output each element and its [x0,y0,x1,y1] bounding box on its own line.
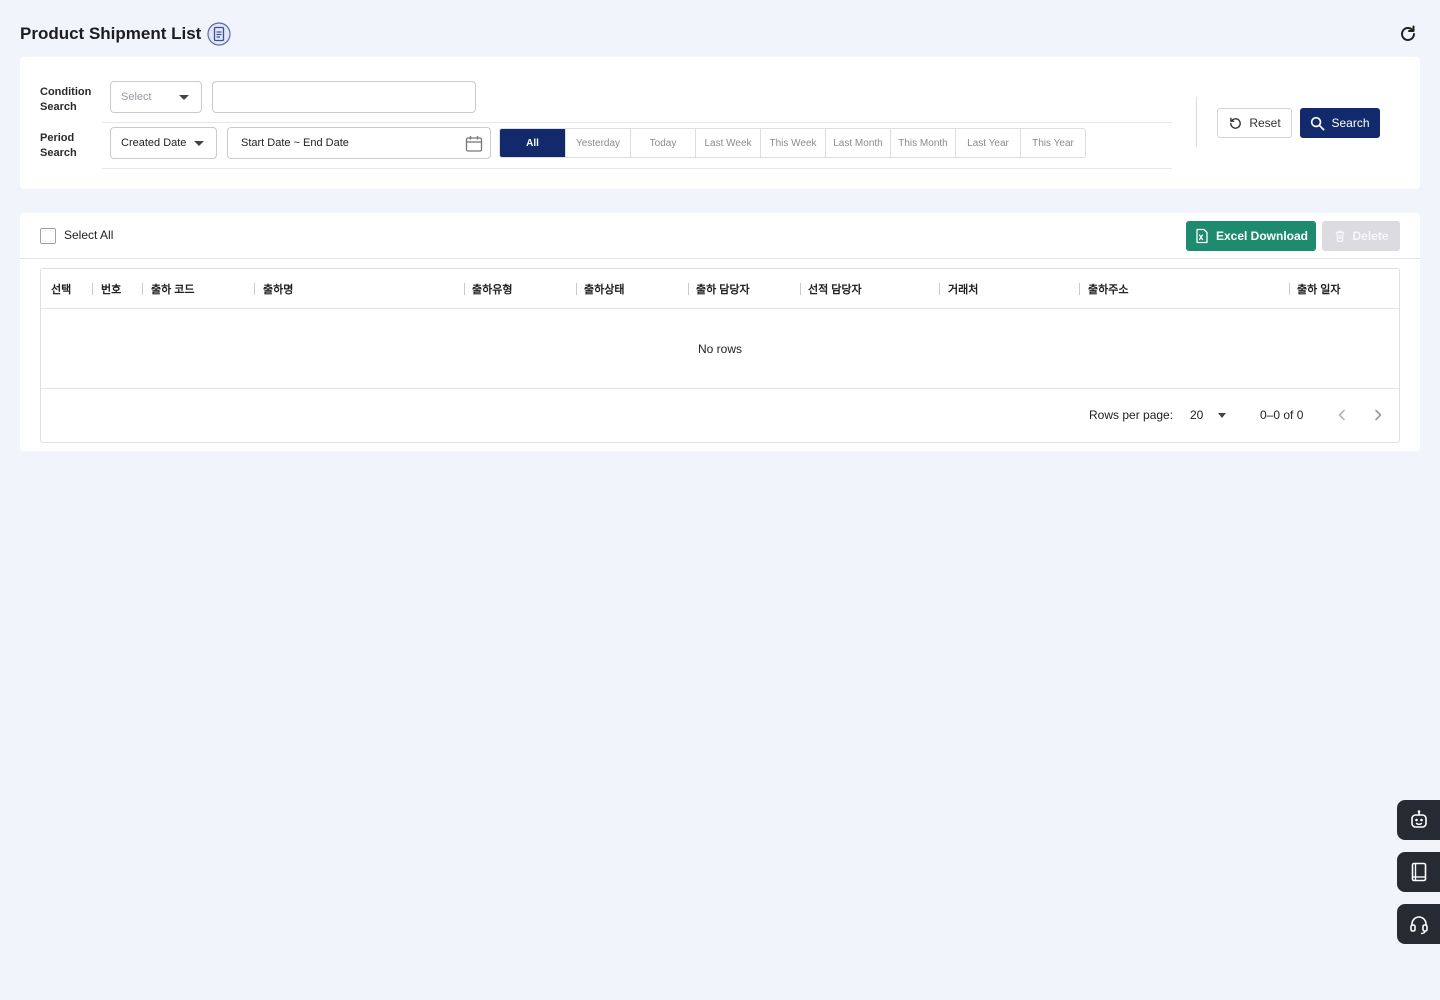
chatbot-icon[interactable] [1397,800,1440,840]
period-last-year-button[interactable]: Last Year [955,129,1020,157]
column-separator[interactable] [92,283,93,295]
grid-header: 선택 번호 출하 코드 출하명 출하유형 출하상태 출하 담당자 선적 담당자 … [41,269,1399,309]
period-today-button[interactable]: Today [630,129,695,157]
period-this-year-button[interactable]: This Year [1020,129,1085,157]
page-header: Product Shipment List [20,18,1420,50]
column-separator[interactable] [254,283,255,295]
previous-page-icon[interactable] [1331,404,1353,426]
period-all-button[interactable]: All [500,129,565,157]
page-title: Product Shipment List [20,24,202,43]
delete-label: Delete [1352,229,1389,243]
column-separator[interactable] [1079,283,1080,295]
column-header-shipment-code[interactable]: 출하 코드 [151,269,195,308]
search-icon [1311,116,1325,130]
rows-per-page-select[interactable]: 20 [1190,408,1226,424]
column-separator[interactable] [576,283,577,295]
reset-button[interactable]: Reset [1217,108,1292,138]
rows-per-page-label: Rows per page: [1089,408,1174,422]
manual-book-icon[interactable] [1397,852,1440,892]
delete-button[interactable]: Delete [1322,221,1400,251]
column-header-loading-manager[interactable]: 선적 담당자 [808,269,862,308]
period-button-group: All Yesterday Today Last Week This Week … [499,128,1086,158]
column-header-shipment-manager[interactable]: 출하 담당자 [696,269,750,308]
document-icon[interactable] [207,22,231,46]
period-this-month-button[interactable]: This Month [890,129,955,157]
column-separator[interactable] [1289,283,1290,295]
column-separator[interactable] [800,283,801,295]
shipment-data-grid: 선택 번호 출하 코드 출하명 출하유형 출하상태 출하 담당자 선적 담당자 … [40,268,1400,443]
select-all-checkbox[interactable] [40,228,56,244]
period-type-value: Created Date [121,137,187,149]
excel-download-button[interactable]: Excel Download [1186,221,1316,251]
pagination-footer: Rows per page: 20 0–0 of 0 [41,390,1399,442]
column-header-shipment-type[interactable]: 출하유형 [472,269,512,308]
condition-search-input[interactable] [212,81,476,113]
period-last-week-button[interactable]: Last Week [695,129,760,157]
filter-panel: Condition Search Select Period Search Cr… [20,57,1420,189]
chevron-down-icon [194,141,204,146]
period-search-label: Period Search [40,132,77,159]
column-header-select[interactable]: 선택 [51,269,71,308]
column-header-number[interactable]: 번호 [101,269,121,308]
column-header-shipment-address[interactable]: 출하주소 [1088,269,1128,308]
reset-icon [1230,117,1242,129]
divider [102,122,1172,123]
shipment-list-panel: Select All Excel Download Delete 선택 번호 출… [20,213,1420,451]
excel-download-label: Excel Download [1215,229,1309,243]
column-header-shipment-status[interactable]: 출하상태 [584,269,624,308]
reset-label: Reset [1249,116,1281,130]
pagination-range: 0–0 of 0 [1260,408,1304,422]
search-label: Search [1331,116,1370,130]
vertical-divider [1196,97,1197,147]
select-all-label: Select All [64,228,114,242]
column-header-shipment-name[interactable]: 출하명 [263,269,293,308]
column-separator[interactable] [142,283,143,295]
trash-icon [1336,230,1345,242]
period-yesterday-button[interactable]: Yesterday [565,129,630,157]
period-type-select[interactable]: Created Date [110,127,217,159]
condition-search-label: Condition Search [40,86,92,113]
rows-per-page-value: 20 [1190,408,1204,422]
chevron-down-icon [1218,413,1226,418]
divider [102,168,1172,169]
chevron-down-icon [179,95,189,100]
period-last-month-button[interactable]: Last Month [825,129,890,157]
list-toolbar: Select All Excel Download Delete [20,213,1420,259]
search-button[interactable]: Search [1300,108,1380,138]
excel-icon [1196,228,1208,244]
next-page-icon[interactable] [1367,404,1389,426]
headset-support-icon[interactable] [1397,904,1440,944]
column-separator[interactable] [688,283,689,295]
empty-rows-message: No rows [41,309,1399,389]
condition-select-value: Select [121,91,152,103]
column-header-client[interactable]: 거래처 [948,269,978,308]
condition-select[interactable]: Select [110,81,202,113]
column-separator[interactable] [464,283,465,295]
date-range-placeholder: Start Date ~ End Date [241,137,349,149]
period-this-week-button[interactable]: This Week [760,129,825,157]
column-separator[interactable] [939,283,940,295]
refresh-icon[interactable] [1396,22,1420,46]
date-range-input[interactable]: Start Date ~ End Date [227,127,491,159]
calendar-icon[interactable] [464,134,484,154]
column-header-shipment-date[interactable]: 출하 일자 [1297,269,1341,308]
